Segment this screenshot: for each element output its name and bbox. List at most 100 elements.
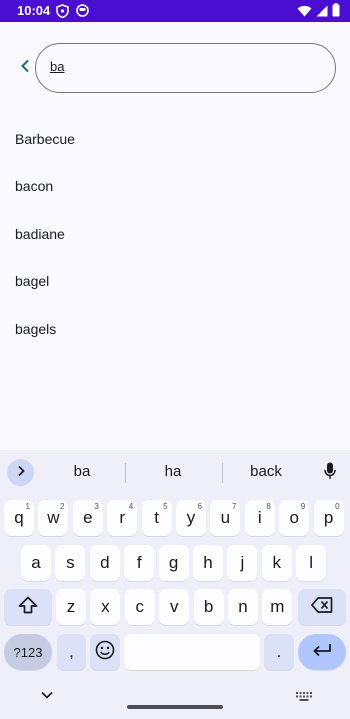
enter-icon <box>312 642 332 662</box>
chevron-left-icon <box>20 59 30 78</box>
key-label: l <box>309 553 314 572</box>
face-icon <box>76 4 89 22</box>
enter-key[interactable] <box>298 634 346 670</box>
key-label: h <box>203 553 213 572</box>
signal-icon <box>316 4 328 22</box>
key-l[interactable]: l <box>296 545 327 581</box>
suggestion-3[interactable]: back <box>221 463 311 480</box>
battery-icon <box>332 3 340 22</box>
key-i[interactable]: i8 <box>244 500 275 536</box>
key-hint: 3 <box>94 502 99 511</box>
backspace-key[interactable] <box>298 589 346 625</box>
key-label: g <box>168 553 179 572</box>
home-handle[interactable] <box>127 705 223 709</box>
key-label: s <box>66 553 75 572</box>
key-label: u <box>220 508 231 527</box>
key-d[interactable]: d <box>89 545 120 581</box>
key-z[interactable]: z <box>56 589 86 625</box>
key-r[interactable]: r4 <box>107 500 138 536</box>
search-input-area[interactable] <box>39 47 284 89</box>
key-w[interactable]: w2 <box>38 500 69 536</box>
key-t[interactable]: t5 <box>141 500 172 536</box>
shift-icon <box>18 596 38 619</box>
shift-key[interactable] <box>4 589 52 625</box>
key-label: a <box>31 553 41 572</box>
key-hint: 0 <box>335 502 340 511</box>
key-x[interactable]: x <box>90 589 121 625</box>
key-label: w <box>47 508 60 527</box>
key-label: b <box>203 597 214 616</box>
wifi-icon <box>297 4 312 22</box>
shield-icon <box>56 4 69 23</box>
key-hint: 4 <box>128 502 134 511</box>
suggestion-1[interactable]: ba <box>37 463 127 480</box>
status-time: 10:04 <box>17 3 51 18</box>
key-hint: 2 <box>59 502 65 511</box>
expand-toolbar-button[interactable] <box>7 459 34 486</box>
key-c[interactable]: c <box>124 589 155 625</box>
period-key[interactable]: . <box>264 634 294 670</box>
result-item[interactable]: bagels <box>0 305 350 353</box>
search-input[interactable]: ba <box>50 59 64 74</box>
suggestion-divider <box>125 463 126 483</box>
key-label: j <box>240 553 245 572</box>
result-item[interactable]: Barbecue <box>0 115 350 163</box>
hide-keyboard-chevron-icon[interactable] <box>40 687 54 705</box>
status-bar: 10:04 <box>0 0 350 22</box>
soft-keyboard: ba ha back ?123 , . q1w2e3r4t5y6u7i8o9 p… <box>0 450 350 719</box>
key-k[interactable]: k <box>261 545 292 581</box>
spacebar-key[interactable] <box>124 634 260 670</box>
key-b[interactable]: b <box>193 589 224 625</box>
key-q[interactable]: q1 <box>4 500 34 536</box>
key-label: r <box>119 508 126 527</box>
symbols-key[interactable]: ?123 <box>4 634 52 670</box>
key-s[interactable]: s <box>55 545 86 581</box>
keyboard-switch-icon[interactable] <box>296 689 312 707</box>
microphone-icon[interactable] <box>324 462 336 485</box>
key-g[interactable]: g <box>158 545 189 581</box>
result-item[interactable]: bagel <box>0 258 350 306</box>
key-label: t <box>154 508 159 527</box>
key-m[interactable]: m <box>262 589 293 625</box>
key-hint: 7 <box>231 502 237 511</box>
key-hint: 6 <box>197 502 202 511</box>
key-hint: 5 <box>163 502 168 511</box>
chevron-right-icon <box>17 464 25 482</box>
back-button[interactable] <box>14 57 36 79</box>
navigation-bar <box>0 680 350 719</box>
key-label: z <box>66 597 76 616</box>
key-y[interactable]: y6 <box>176 500 206 536</box>
suggestion-2[interactable]: ha <box>128 463 218 480</box>
key-h[interactable]: h <box>193 545 223 581</box>
key-u[interactable]: u7 <box>210 500 241 536</box>
key-n[interactable]: n <box>228 589 258 625</box>
key-hint: 1 <box>25 502 30 511</box>
suggestion-strip: ba ha back <box>0 450 350 494</box>
key-f[interactable]: f <box>124 545 155 581</box>
key-label: f <box>136 553 142 572</box>
key-v[interactable]: v <box>159 589 190 625</box>
key-label: q <box>14 508 24 527</box>
comma-key[interactable]: , <box>57 634 86 670</box>
key-label: m <box>270 597 285 616</box>
key-label: n <box>238 597 248 616</box>
key-hint: 8 <box>266 502 271 511</box>
key-j[interactable]: j <box>227 545 258 581</box>
key-o[interactable]: o9 <box>279 500 310 536</box>
key-label: k <box>272 553 282 572</box>
results-list: Barbecue bacon badiane bagel bagels <box>0 115 350 353</box>
key-p[interactable]: p0 <box>313 500 344 536</box>
key-label: p <box>323 508 334 527</box>
key-label: y <box>186 508 196 527</box>
key-hint: 9 <box>300 502 306 511</box>
emoji-icon <box>95 640 115 665</box>
key-e[interactable]: e3 <box>72 500 103 536</box>
result-item[interactable]: bacon <box>0 163 350 211</box>
result-item[interactable]: badiane <box>0 210 350 258</box>
key-label: c <box>135 597 145 616</box>
emoji-key[interactable] <box>90 634 120 670</box>
search-field[interactable]: ba <box>35 43 336 93</box>
key-a[interactable]: a <box>21 545 51 581</box>
key-label: o <box>289 508 299 527</box>
key-label: e <box>83 508 93 527</box>
